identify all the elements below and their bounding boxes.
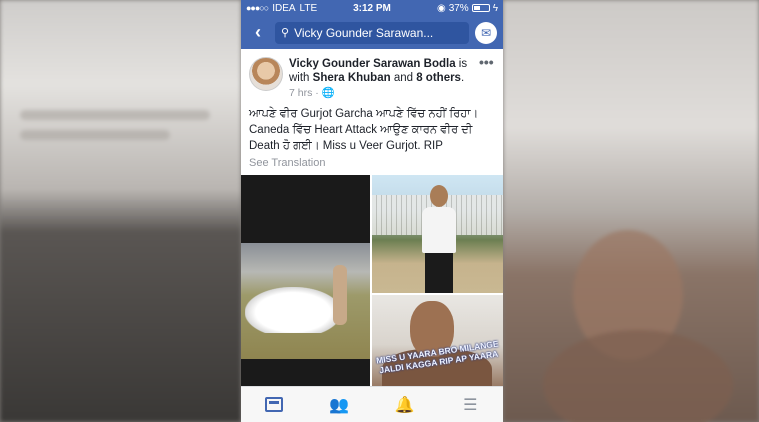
- tab-friends[interactable]: 👥: [319, 390, 359, 420]
- photo-portrait[interactable]: MISS U YAARA BRO MILANGE JALDI KAGGA RIP…: [372, 295, 503, 394]
- globe-icon: 🌐: [321, 87, 335, 99]
- news-feed-icon: [264, 397, 283, 412]
- status-bar: ●●●○○ IDEA LTE 3:12 PM ◉ 37% ϟ: [241, 0, 503, 16]
- see-translation-link[interactable]: See Translation: [241, 154, 503, 175]
- tab-menu[interactable]: ☰: [450, 390, 490, 420]
- network-label: LTE: [299, 2, 318, 14]
- person-image: [333, 265, 347, 325]
- post-header: Vicky Gounder Sarawan Bodla is with Sher…: [241, 49, 503, 104]
- location-icon: ◉: [436, 2, 446, 14]
- navigation-bar: ‹ ⚲ Vicky Gounder Sarawan... ✉: [241, 16, 503, 49]
- menu-icon: ☰: [463, 396, 478, 414]
- carrier-label: IDEA: [272, 2, 296, 14]
- blurred-background-right: [503, 0, 759, 422]
- search-input[interactable]: ⚲ Vicky Gounder Sarawan...: [275, 21, 469, 44]
- blurred-text: [20, 130, 170, 140]
- tagged-friend[interactable]: Shera Khuban: [313, 72, 391, 84]
- blurred-shoulders: [543, 330, 733, 422]
- search-text: Vicky Gounder Sarawan...: [294, 25, 434, 40]
- avatar[interactable]: [249, 57, 283, 91]
- messenger-icon[interactable]: ✉: [475, 21, 497, 44]
- post-text: ਆਪਣੇ ਵੀਰ Gurjot Garcha ਆਪਣੇ ਵਿੱਚ ਨਹੀਂ ਰਿ…: [249, 108, 479, 152]
- photo-grid: MISS U YAARA BRO MILANGE JALDI KAGGA RIP…: [241, 175, 503, 394]
- photo-car[interactable]: [241, 175, 370, 394]
- bottom-tab-bar: 👥 🔔 ☰: [241, 386, 503, 422]
- battery-percent: 37%: [448, 2, 469, 14]
- signal-icon: ●●●○○: [246, 3, 269, 13]
- tab-notifications[interactable]: 🔔: [385, 390, 425, 420]
- tab-news-feed[interactable]: [254, 390, 294, 420]
- status-time: 3:12 PM: [353, 2, 391, 14]
- charging-icon: ϟ: [492, 2, 498, 14]
- post-meta: Vicky Gounder Sarawan Bodla is with Sher…: [289, 57, 479, 100]
- phone-screen: ●●●○○ IDEA LTE 3:12 PM ◉ 37% ϟ ‹ ⚲ Vicky…: [241, 0, 503, 422]
- and-text: and: [393, 72, 414, 84]
- back-button[interactable]: ‹: [247, 16, 269, 49]
- notifications-icon: 🔔: [394, 396, 415, 414]
- blurred-text: [20, 110, 210, 120]
- tagged-others[interactable]: 8 others: [416, 72, 461, 84]
- author-name[interactable]: Vicky Gounder Sarawan Bodla: [289, 58, 456, 70]
- post-timestamp: 7 hrs · 🌐: [289, 87, 335, 99]
- person-image: [416, 185, 462, 293]
- blurred-background-left: [0, 0, 241, 422]
- search-icon: ⚲: [281, 27, 290, 39]
- more-options-icon[interactable]: •••: [479, 55, 495, 100]
- battery-icon: [471, 4, 490, 12]
- friends-icon: 👥: [329, 396, 350, 414]
- photo-man-standing[interactable]: [372, 175, 503, 293]
- car-image: [245, 287, 341, 333]
